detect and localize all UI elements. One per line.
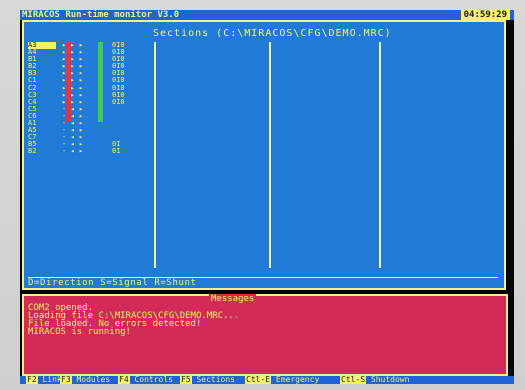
- function-key-code: F5: [180, 375, 192, 384]
- message-line: MIRACOS is running!: [28, 327, 131, 337]
- function-key-bar: F2 Link F3 Modules F4 Controls F5 Sections C…: [20, 375, 514, 384]
- section-markers: ▸ ▸ ▸ ▸ ▸ ▸ ▸ ▸ ▸ ▸ ▸ ▸ ▸ ▸ ▸ ▸ ▸ ▸ ▸ ▸ ▸ ▸ ▸ ▸…: [62, 41, 102, 156]
- io-state: [112, 127, 136, 134]
- dos-screen: MIRACOS Run-time monitor V3.0 04:59:29 S…: [20, 10, 514, 384]
- sections-list: A3 A4 B1 B2 B3 C1 C2 C3 C4 C5 C6 A1 A5 C7 B5 B2 ▸ ▸ ▸ ▸ …: [28, 41, 146, 282]
- message-lines: COM2 opened. Loading file C:\MIRACOS\CFG\…: [28, 304, 498, 337]
- messages-pane: Messages COM2 opened. Loading file C:\MIR…: [22, 294, 508, 376]
- function-key-code: F2: [26, 375, 38, 384]
- function-key-controls[interactable]: F4 Controls: [118, 375, 173, 384]
- sections-pane: Sections (C:\MIRACOS\CFG\DEMO.MRC) A3 A4 B…: [22, 20, 506, 290]
- function-key-link[interactable]: F2 Link: [26, 375, 62, 384]
- function-key-code: Ctl-E: [245, 375, 272, 384]
- function-key-shutdown[interactable]: Ctl-S Shutdown: [340, 375, 410, 384]
- function-key-emergency[interactable]: Ctl-E Emergency: [245, 375, 320, 384]
- sections-title: Sections (C:\MIRACOS\CFG\DEMO.MRC): [150, 28, 395, 40]
- function-key-label: Emergency: [271, 375, 320, 384]
- function-key-label: Link: [37, 375, 62, 384]
- function-key-code: Ctl-S: [340, 375, 367, 384]
- function-key-code: F4: [118, 375, 130, 384]
- function-key-code: F3: [60, 375, 72, 384]
- sections-legend: D=Direction S=Signal R=Shunt: [28, 277, 498, 289]
- direction-marker-icon: - ◂ ▸: [62, 147, 84, 156]
- function-key-modules[interactable]: F3 Modules: [60, 375, 111, 384]
- function-key-label: Modules: [71, 375, 111, 384]
- app-title: MIRACOS Run-time monitor V3.0: [22, 10, 180, 20]
- io-state: [112, 120, 136, 127]
- messages-title: Messages: [209, 294, 257, 304]
- section-tags: A3 A4 B1 B2 B3 C1 C2 C3 C4 C5 C6 A1 A5 C7 B5 B2: [28, 41, 56, 156]
- function-key-sections[interactable]: F5 Sections: [180, 375, 235, 384]
- function-key-label: Sections: [191, 375, 235, 384]
- io-state: [112, 113, 136, 120]
- io-state: 0I0: [112, 97, 125, 106]
- column-divider: [154, 42, 156, 268]
- function-key-label: Shutdown: [366, 375, 410, 384]
- clock: 04:59:29: [460, 10, 510, 20]
- column-divider: [269, 42, 271, 268]
- title-bar: MIRACOS Run-time monitor V3.0 04:59:29: [20, 10, 514, 20]
- io-states: 0I0 0I0 0I0 0I0 0I0 0I0 0I0 0I0 0I0 0I 0I: [112, 41, 136, 156]
- function-key-label: Controls: [129, 375, 173, 384]
- io-state: 0I: [112, 147, 121, 156]
- column-divider: [379, 42, 381, 268]
- section-tag[interactable]: B2: [28, 148, 56, 155]
- io-state: [112, 106, 136, 113]
